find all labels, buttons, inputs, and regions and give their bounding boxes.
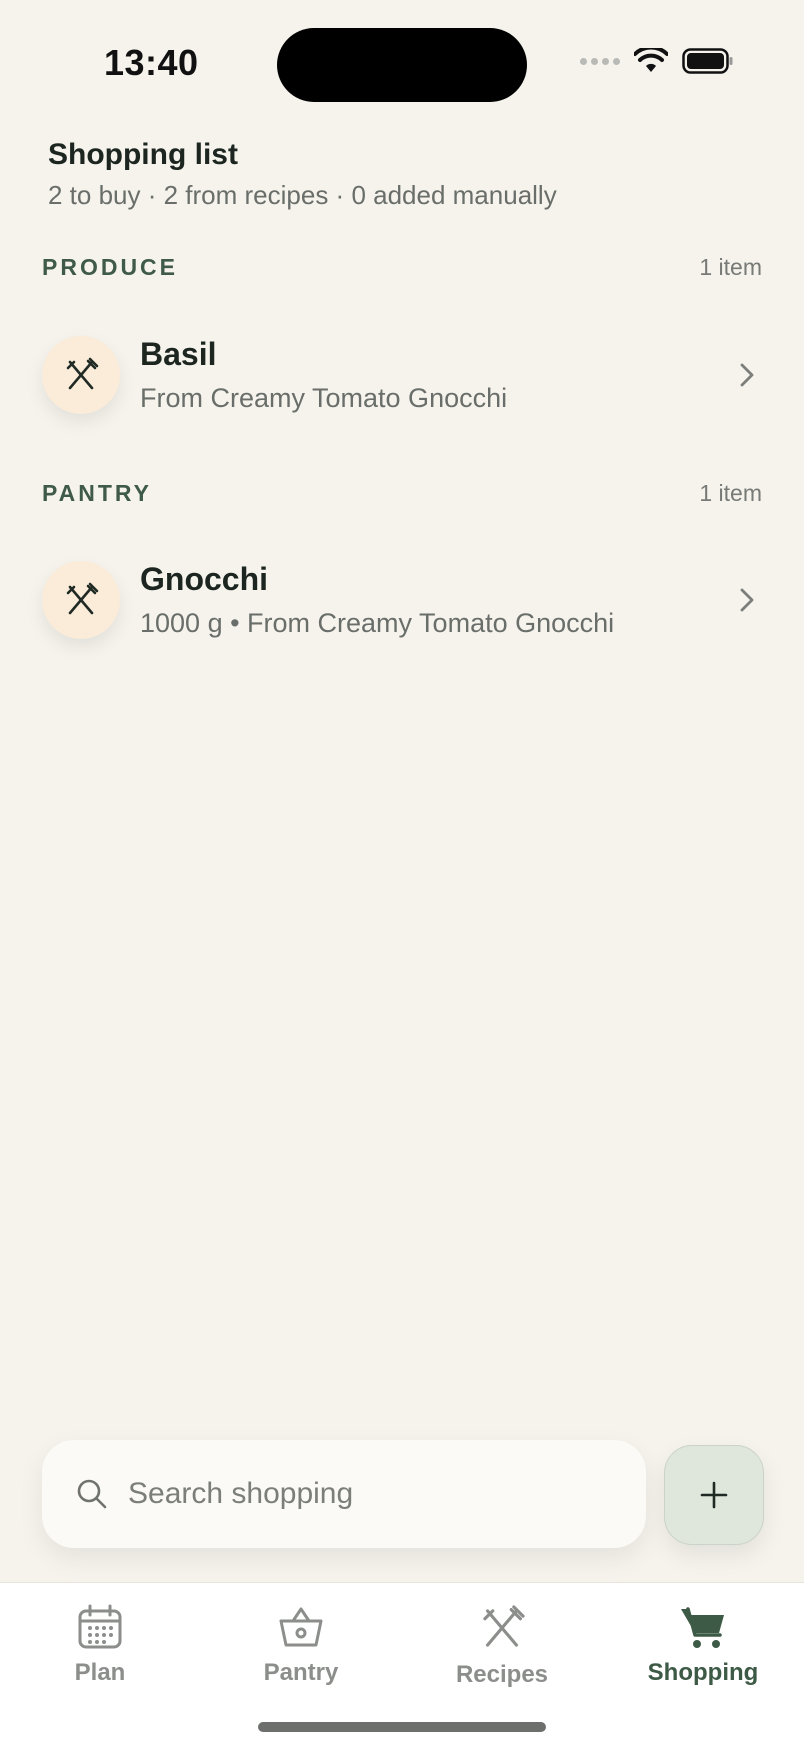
page-subtitle: 2 to buy · 2 from recipes · 0 added manu… (48, 180, 557, 210)
basket-icon (279, 1607, 323, 1647)
dynamic-island (277, 28, 527, 102)
cart-icon (681, 1607, 724, 1648)
tab-label: Shopping (647, 1659, 759, 1686)
section-count: 1 item (699, 480, 762, 506)
utensils-icon (42, 561, 120, 639)
tab-plan[interactable]: Plan (0, 1603, 200, 1687)
cellular-signal-icon (580, 57, 620, 65)
item-detail: From Creamy Tomato Gnocchi (140, 383, 508, 413)
add-item-button[interactable] (664, 1445, 764, 1545)
search-bar[interactable] (42, 1440, 646, 1548)
section-label: PANTRY (42, 480, 152, 506)
section-header-produce: PRODUCE 1 item (42, 254, 762, 281)
tab-pantry[interactable]: Pantry (201, 1603, 401, 1687)
utensils-icon (483, 1605, 525, 1647)
tab-shopping[interactable]: Shopping (603, 1603, 803, 1687)
battery-icon (682, 48, 733, 74)
item-detail: 1000 g • From Creamy Tomato Gnocchi (140, 608, 615, 638)
plus-icon (700, 1481, 728, 1509)
page-title: Shopping list (48, 138, 238, 171)
search-icon (77, 1479, 107, 1509)
wifi-icon (634, 48, 668, 72)
tab-recipes[interactable]: Recipes (402, 1603, 602, 1689)
section-count: 1 item (699, 254, 762, 280)
status-time: 13:40 (104, 42, 199, 83)
section-header-pantry: PANTRY 1 item (42, 480, 762, 507)
calendar-icon (78, 1604, 122, 1649)
search-input[interactable] (126, 1476, 610, 1512)
tab-label: Pantry (263, 1659, 339, 1686)
list-item-gnocchi[interactable]: Gnocchi 1000 g • From Creamy Tomato Gnoc… (42, 545, 762, 655)
chevron-right-icon (732, 360, 762, 390)
tab-label: Plan (74, 1659, 126, 1686)
tab-label: Recipes (455, 1661, 549, 1688)
item-name: Gnocchi (140, 561, 269, 597)
status-icons (580, 48, 734, 74)
section-label: PRODUCE (42, 254, 179, 280)
list-item-basil[interactable]: Basil From Creamy Tomato Gnocchi (42, 320, 762, 430)
chevron-right-icon (732, 585, 762, 615)
utensils-icon (42, 336, 120, 414)
home-indicator (258, 1722, 546, 1732)
item-name: Basil (140, 336, 217, 372)
